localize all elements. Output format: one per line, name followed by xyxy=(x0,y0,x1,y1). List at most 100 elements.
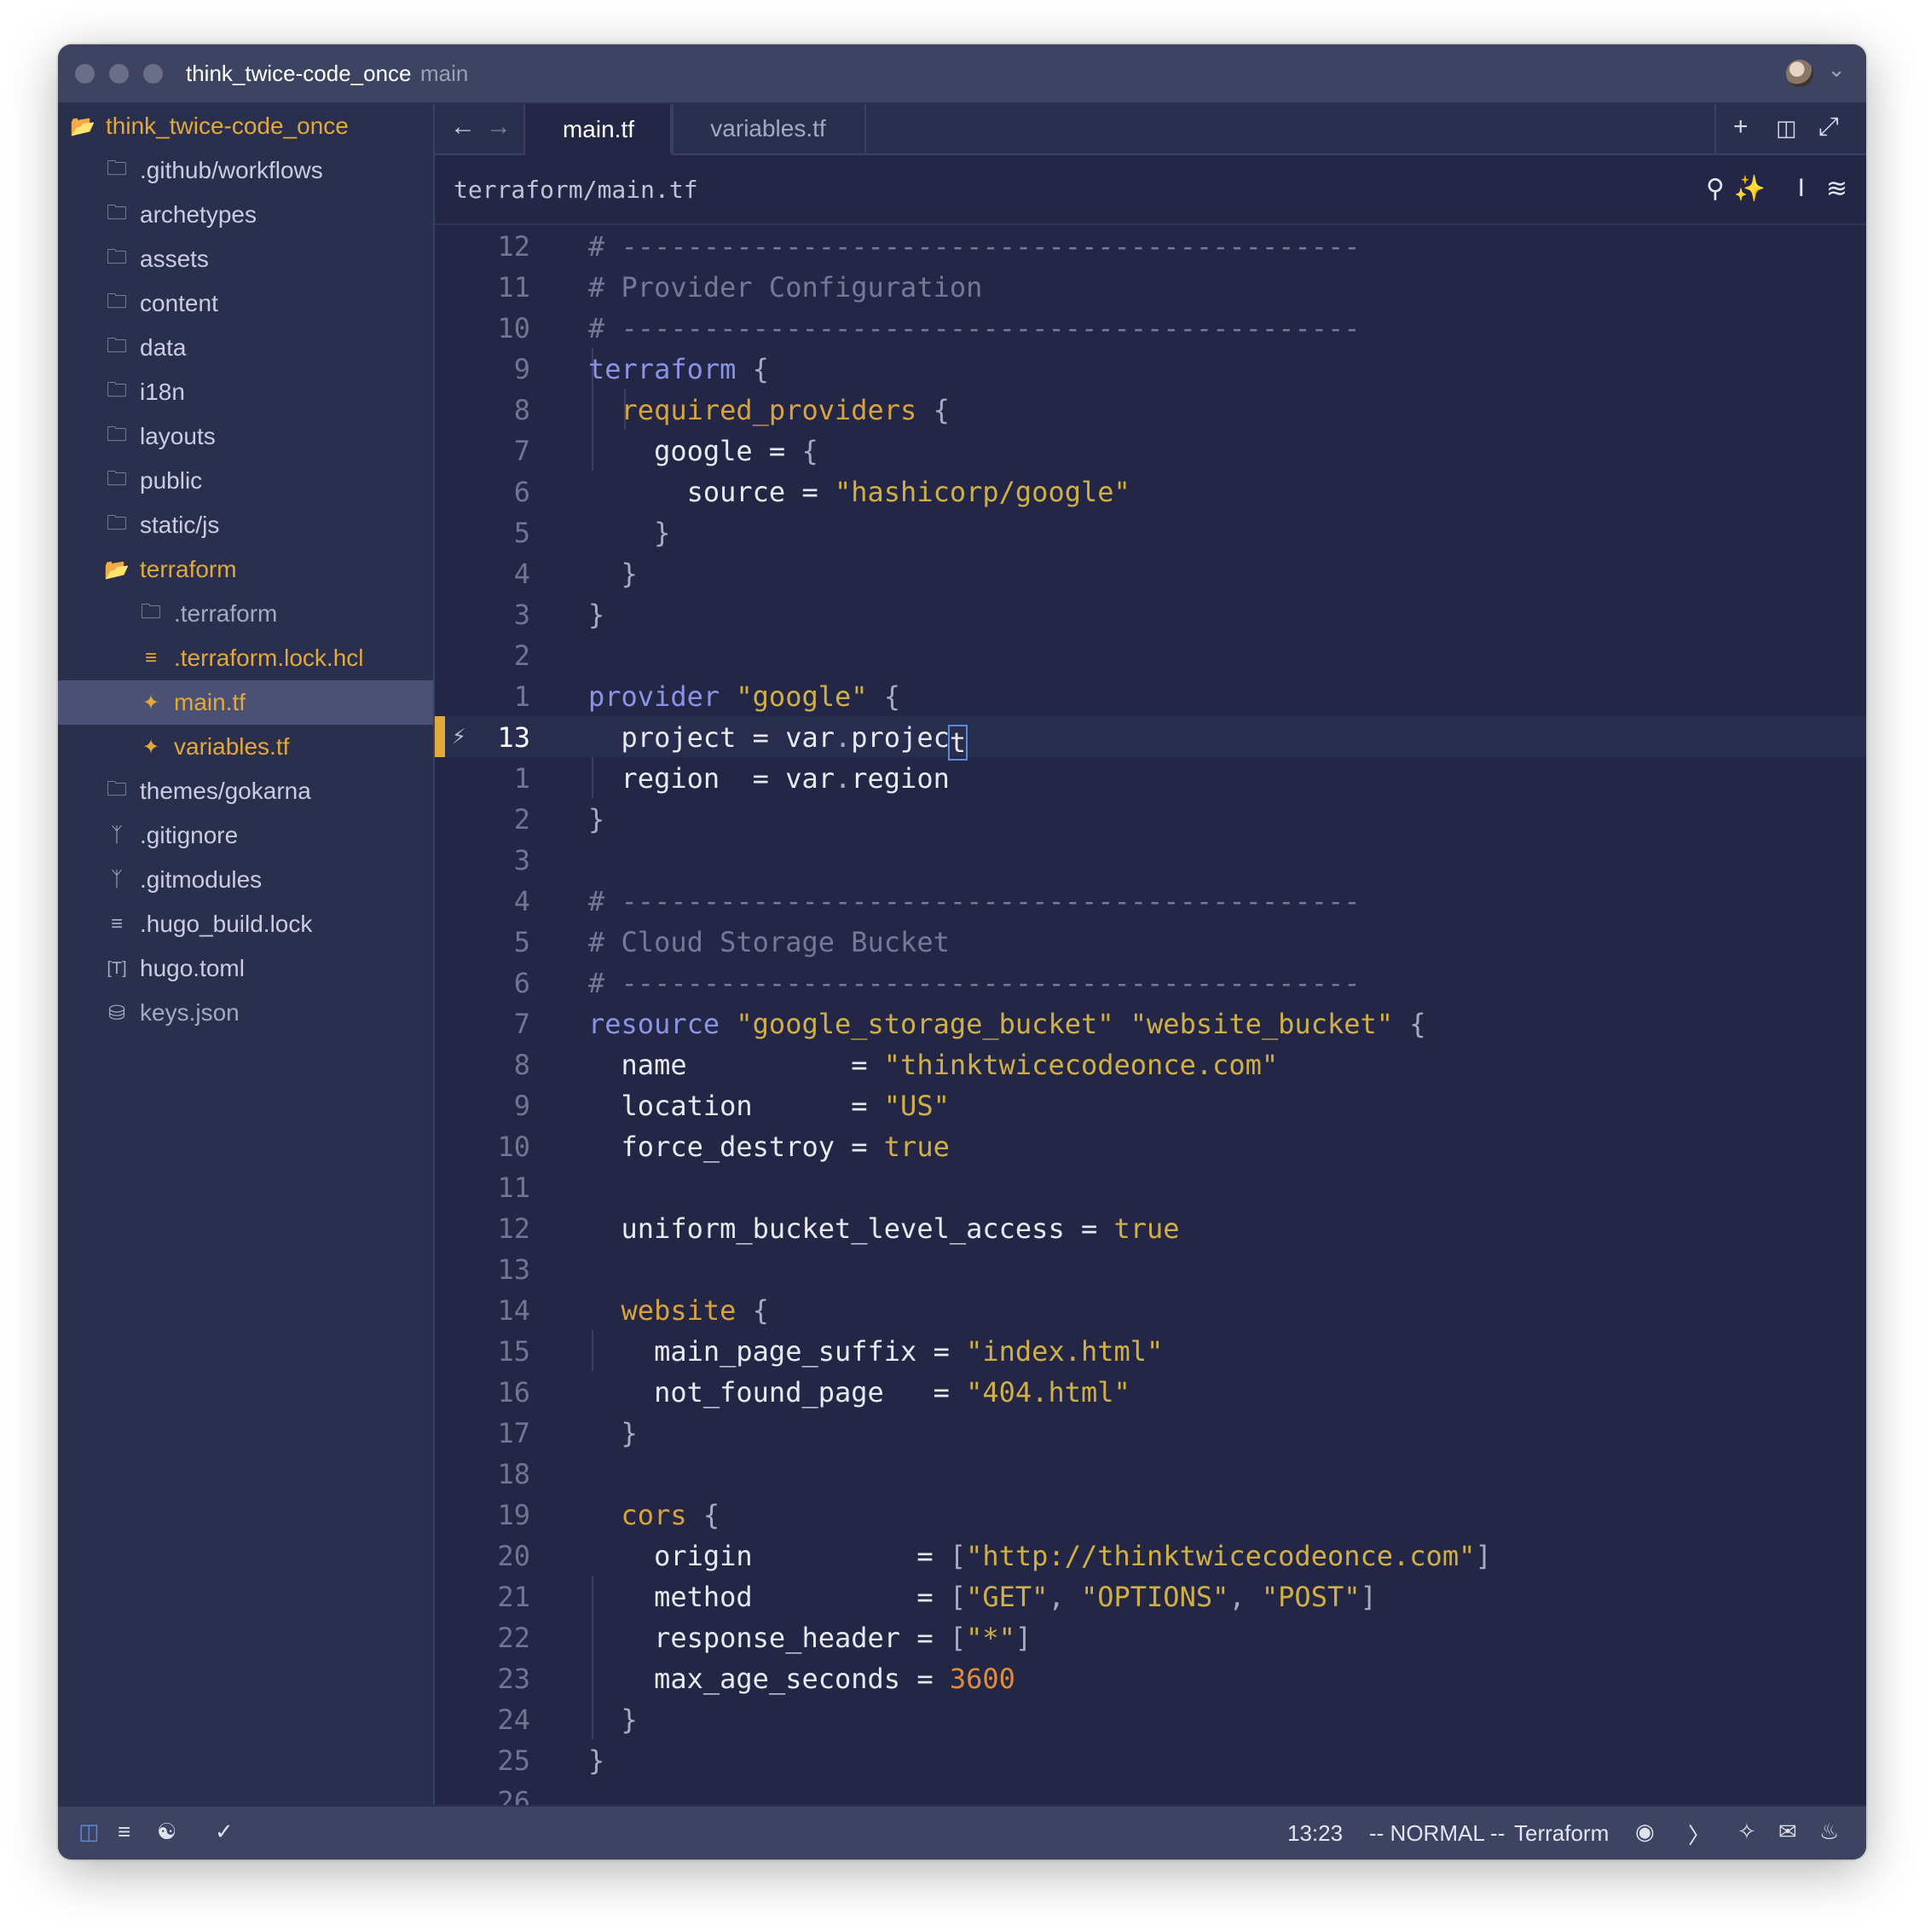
code-line: 9 location = "US" xyxy=(435,1085,1866,1125)
tree-item[interactable]: 🗀 content xyxy=(58,281,433,326)
folder-open-icon: 📂 xyxy=(104,558,130,581)
collaborators-icon[interactable]: ☯ xyxy=(157,1819,176,1845)
code-line: 12 # -----------------------------------… xyxy=(435,225,1866,266)
back-arrow-icon[interactable]: ← xyxy=(450,113,476,142)
code-line: 6 source = "hashicorp/google" xyxy=(435,471,1866,512)
git-icon: ᛉ xyxy=(110,868,124,891)
tree-item[interactable]: ⛁ keys.json xyxy=(58,991,433,1035)
tree-item[interactable]: ≡ .terraform.lock.hcl xyxy=(58,636,433,680)
code-text: } xyxy=(621,1704,638,1736)
cursor-position[interactable]: 13:23 xyxy=(1287,1820,1343,1847)
folder-icon: 🗀 xyxy=(107,289,127,313)
tree-item[interactable]: 🗀 .terraform xyxy=(58,592,433,636)
tree-item[interactable]: ≡ .hugo_build.lock xyxy=(58,902,433,946)
line-number: 3 xyxy=(513,844,530,876)
vim-mode: -- NORMAL -- xyxy=(1369,1820,1506,1846)
code-text: method = ["GET", "OPTIONS", "POST"] xyxy=(654,1581,1377,1613)
settings-sliders-icon[interactable]: ≋ xyxy=(1826,174,1847,204)
code-line: 11 # Provider Configuration xyxy=(435,266,1866,307)
tree-item-label: layouts xyxy=(140,423,216,449)
zoom-window-button[interactable] xyxy=(143,64,163,84)
assistant-sparkle-icon[interactable]: ✧ xyxy=(1737,1819,1756,1845)
line-number: 13 xyxy=(497,721,530,754)
tree-item-main-tf[interactable]: ✦ main.tf xyxy=(58,680,433,725)
tree-item[interactable]: 🗀 assets xyxy=(58,237,433,281)
code-text: not_found_page = "404.html" xyxy=(654,1376,1130,1409)
outline-icon[interactable]: ≡ xyxy=(118,1819,130,1845)
code-line: 6 # ------------------------------------… xyxy=(435,962,1866,1003)
code-line: 9 terraform { xyxy=(435,348,1866,389)
code-line: 23 max_age_seconds = 3600 xyxy=(435,1657,1866,1698)
avatar[interactable] xyxy=(1786,60,1813,87)
code-editor[interactable]: 12 # -----------------------------------… xyxy=(435,225,1866,1807)
project-title[interactable]: think_twice-code_once xyxy=(186,61,412,87)
text-cursor-icon[interactable]: I xyxy=(1798,174,1805,203)
tree-item-label: static/js xyxy=(140,512,220,538)
folder-icon: 🗀 xyxy=(107,777,127,801)
line-number: 26 xyxy=(497,1785,530,1807)
folder-icon: 🗀 xyxy=(107,466,127,490)
tree-item[interactable]: ᛉ .gitignore xyxy=(58,813,433,858)
line-number: 7 xyxy=(513,1008,530,1040)
forward-arrow-icon[interactable]: → xyxy=(486,113,512,142)
tree-item[interactable]: 🗀 data xyxy=(58,326,433,370)
tree-item[interactable]: 🗀 .github/workflows xyxy=(58,148,433,193)
tree-item-label: .terraform xyxy=(174,600,278,627)
tree-item[interactable]: [T] hugo.toml xyxy=(58,946,433,991)
project-panel-icon[interactable]: ◫ xyxy=(78,1819,100,1845)
line-number: 12 xyxy=(497,230,530,263)
tree-item[interactable]: 🗀 themes/gokarna xyxy=(58,769,433,813)
tree-root[interactable]: 📂 think_twice-code_once xyxy=(58,104,433,148)
tree-item[interactable]: 🗀 static/js xyxy=(58,503,433,547)
tree-item[interactable]: 🗀 layouts xyxy=(58,414,433,459)
folder-icon: 🗀 xyxy=(107,511,127,535)
magic-wand-icon[interactable]: ✨ xyxy=(1734,174,1766,204)
chat-icon[interactable]: ✉ xyxy=(1778,1819,1797,1845)
tab-variables-tf[interactable]: variables.tf xyxy=(670,104,866,153)
code-text: } xyxy=(588,599,605,631)
tab-main-tf[interactable]: main.tf xyxy=(523,104,673,155)
breadcrumb[interactable]: terraform/main.tf xyxy=(454,176,698,204)
minimize-window-button[interactable] xyxy=(109,64,129,84)
chevron-down-icon[interactable]: ⌄ xyxy=(1827,56,1846,83)
tree-item-label: assets xyxy=(140,246,209,272)
tree-item[interactable]: 🗀 public xyxy=(58,459,433,503)
code-line: 5 } xyxy=(435,512,1866,552)
checkmark-icon[interactable]: ✓ xyxy=(215,1819,234,1845)
folder-icon: 🗀 xyxy=(107,378,127,402)
plus-icon[interactable]: + xyxy=(1733,113,1749,142)
code-text: terraform { xyxy=(588,353,769,385)
branch-name[interactable]: main xyxy=(420,61,468,87)
search-icon[interactable]: ⚲ xyxy=(1706,174,1725,204)
copilot-icon[interactable]: ◉ xyxy=(1635,1819,1655,1845)
folder-open-icon: 📂 xyxy=(70,114,95,138)
split-pane-icon[interactable]: ◫ xyxy=(1776,115,1797,142)
code-text: # --------------------------------------… xyxy=(588,312,1361,344)
folder-icon: 🗀 xyxy=(107,422,127,446)
language-selector[interactable]: Terraform xyxy=(1514,1820,1609,1847)
tree-item-label: data xyxy=(140,334,187,361)
tree-root-label: think_twice-code_once xyxy=(106,113,349,139)
breadcrumb-bar: terraform/main.tf ⚲ ✨ I ≋ xyxy=(435,155,1866,225)
line-number: 4 xyxy=(513,885,530,917)
tree-item[interactable]: 🗀 i18n xyxy=(58,370,433,414)
tree-item-label: .gitmodules xyxy=(140,866,263,893)
tree-item[interactable]: ✦ variables.tf xyxy=(58,725,433,769)
line-number: 18 xyxy=(497,1458,530,1490)
terminal-icon[interactable]: 〉 xyxy=(1688,1819,1710,1850)
tree-item-label: public xyxy=(140,467,203,494)
code-line: 18 xyxy=(435,1453,1866,1494)
close-window-button[interactable] xyxy=(75,64,95,84)
tree-item[interactable]: 🗀 archetypes xyxy=(58,193,433,237)
code-line: 8 required_providers { xyxy=(435,389,1866,430)
lines-icon: ≡ xyxy=(110,912,123,935)
terraform-icon: ✦ xyxy=(142,691,160,714)
line-number: 24 xyxy=(497,1704,530,1736)
tree-item-terraform[interactable]: 📂 terraform xyxy=(58,547,433,592)
bell-icon[interactable]: ♨ xyxy=(1819,1819,1839,1845)
tree-item[interactable]: ᛉ .gitmodules xyxy=(58,858,433,902)
expand-icon[interactable]: ⤢ xyxy=(1818,113,1839,142)
folder-icon: 🗀 xyxy=(107,200,127,224)
current-line: ⚡ 13 project = var.project xyxy=(435,716,1866,761)
code-line: 11 xyxy=(435,1166,1866,1207)
